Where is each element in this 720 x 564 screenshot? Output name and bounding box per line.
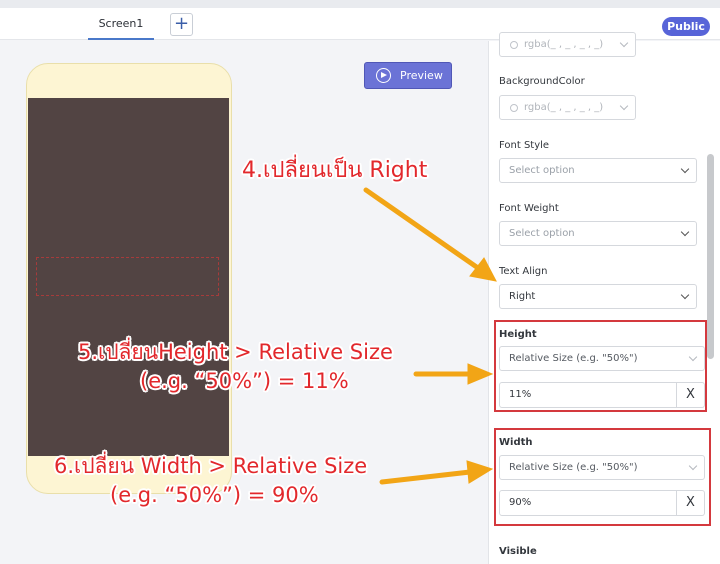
arrow-step4 xyxy=(363,187,481,271)
annotation-step5-line1: 5.เปลี่ยนHeight > Relative Size xyxy=(78,340,393,364)
annotation-step5-line2: (e.g. “50%”) = 11% xyxy=(140,369,349,393)
annotation-step6-line2: (e.g. “50%”) = 90% xyxy=(110,483,319,507)
arrow-step6-head xyxy=(466,460,494,484)
annotation-step4: 4.เปลี่ยนเป็น Right xyxy=(242,158,428,183)
arrow-step6 xyxy=(379,469,473,485)
annotation-step6-line1: 6.เปลี่ยน Width > Relative Size xyxy=(54,454,368,478)
arrow-step4-head xyxy=(469,257,497,282)
arrow-step5-head xyxy=(467,363,494,385)
